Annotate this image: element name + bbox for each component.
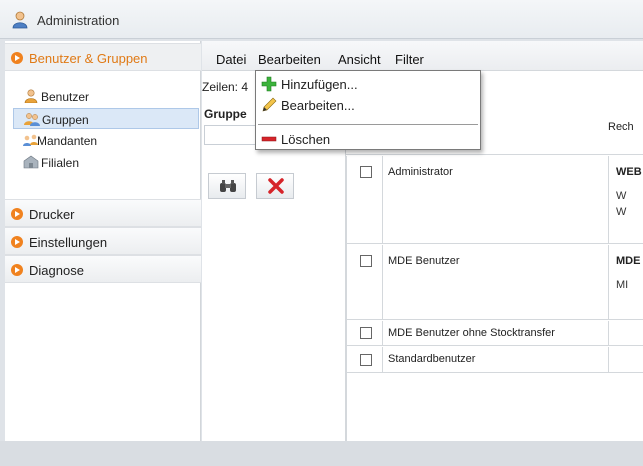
menu-separator bbox=[258, 124, 478, 125]
section-label: Benutzer & Gruppen bbox=[29, 51, 148, 66]
chevron-circle-icon bbox=[11, 264, 23, 276]
table-row[interactable]: Standardbenutzer bbox=[346, 347, 643, 373]
row-sub: W bbox=[616, 206, 627, 218]
section-label: Einstellungen bbox=[29, 235, 108, 250]
row-name: Standardbenutzer bbox=[388, 353, 476, 365]
binoculars-icon bbox=[220, 180, 236, 192]
menu-bar: Datei Bearbeiten Ansicht Filter bbox=[202, 41, 643, 71]
rows-count: Zeilen: 4 bbox=[202, 80, 249, 94]
clear-button[interactable] bbox=[256, 173, 294, 199]
column-header-rights: Rech bbox=[608, 121, 634, 133]
red-x-icon bbox=[268, 178, 284, 194]
edit-menu-dropdown: Hinzufügen... Bearbeiten... Löschen bbox=[255, 70, 481, 150]
chevron-circle-icon bbox=[11, 52, 23, 64]
group-filter-panel: Gruppe bbox=[202, 103, 346, 443]
sidebar-item-label: Filialen bbox=[41, 156, 80, 170]
table-row[interactable]: MDE Benutzer MDE MI bbox=[346, 245, 643, 320]
section-label: Diagnose bbox=[29, 263, 84, 278]
row-name: MDE Benutzer bbox=[388, 255, 460, 267]
menu-bearbeiten[interactable]: Bearbeiten bbox=[258, 52, 321, 67]
menu-ansicht[interactable]: Ansicht bbox=[338, 52, 381, 67]
menu-item-delete[interactable]: Löschen bbox=[258, 128, 478, 150]
app-window: Administration Benutzer & Gruppen Benutz… bbox=[0, 0, 643, 466]
window-footer bbox=[0, 441, 643, 466]
title-bar: Administration bbox=[0, 0, 643, 39]
sidebar-item-label: Gruppen bbox=[42, 113, 89, 127]
section-diagnose[interactable]: Diagnose bbox=[5, 255, 201, 283]
table-row[interactable]: Administrator WEB W W bbox=[346, 156, 643, 244]
sidebar-item-mandanten[interactable]: Mandanten bbox=[13, 130, 199, 151]
groups-table: Rech Administrator WEB W W MDE Benutzer … bbox=[346, 103, 643, 443]
chevron-circle-icon bbox=[11, 236, 23, 248]
user-icon bbox=[24, 89, 38, 103]
admin-user-icon bbox=[12, 11, 28, 29]
row-name: MDE Benutzer ohne Stocktransfer bbox=[388, 327, 555, 339]
group-column-header: Gruppe bbox=[204, 107, 247, 121]
sidebar: Benutzer & Gruppen Benutzer Gruppen Mand… bbox=[5, 41, 201, 441]
row-checkbox[interactable] bbox=[360, 166, 372, 178]
menu-item-label: Bearbeiten... bbox=[281, 98, 355, 113]
sidebar-item-label: Mandanten bbox=[37, 134, 98, 148]
section-users-groups[interactable]: Benutzer & Gruppen bbox=[5, 43, 201, 71]
row-sub: MI bbox=[616, 279, 629, 291]
menu-item-edit[interactable]: Bearbeiten... bbox=[258, 94, 478, 116]
branch-icon bbox=[23, 155, 39, 169]
row-checkbox[interactable] bbox=[360, 327, 372, 339]
plus-icon bbox=[261, 76, 277, 92]
row-right: WEB bbox=[616, 166, 642, 178]
section-label: Drucker bbox=[29, 207, 75, 222]
sidebar-item-benutzer[interactable]: Benutzer bbox=[13, 86, 199, 107]
sidebar-item-gruppen[interactable]: Gruppen bbox=[13, 108, 199, 129]
chevron-circle-icon bbox=[11, 208, 23, 220]
section-drucker[interactable]: Drucker bbox=[5, 199, 201, 227]
row-checkbox[interactable] bbox=[360, 255, 372, 267]
row-sub: W bbox=[616, 190, 627, 202]
sidebar-item-label: Benutzer bbox=[41, 90, 90, 104]
menu-datei[interactable]: Datei bbox=[216, 52, 246, 67]
row-right: MDE bbox=[616, 255, 641, 267]
menu-item-add[interactable]: Hinzufügen... bbox=[258, 73, 478, 95]
row-checkbox[interactable] bbox=[360, 354, 372, 366]
menu-item-label: Löschen bbox=[281, 132, 331, 147]
window-title: Administration bbox=[37, 13, 120, 28]
menu-item-label: Hinzufügen... bbox=[281, 77, 358, 92]
section-einstellungen[interactable]: Einstellungen bbox=[5, 227, 201, 255]
sidebar-item-filialen[interactable]: Filialen bbox=[13, 152, 199, 173]
table-row[interactable]: MDE Benutzer ohne Stocktransfer bbox=[346, 321, 643, 346]
search-button[interactable] bbox=[208, 173, 246, 199]
minus-icon bbox=[261, 136, 277, 142]
pencil-icon bbox=[262, 97, 277, 112]
row-name: Administrator bbox=[388, 166, 453, 178]
group-icon bbox=[24, 113, 40, 126]
menu-filter[interactable]: Filter bbox=[395, 52, 424, 67]
